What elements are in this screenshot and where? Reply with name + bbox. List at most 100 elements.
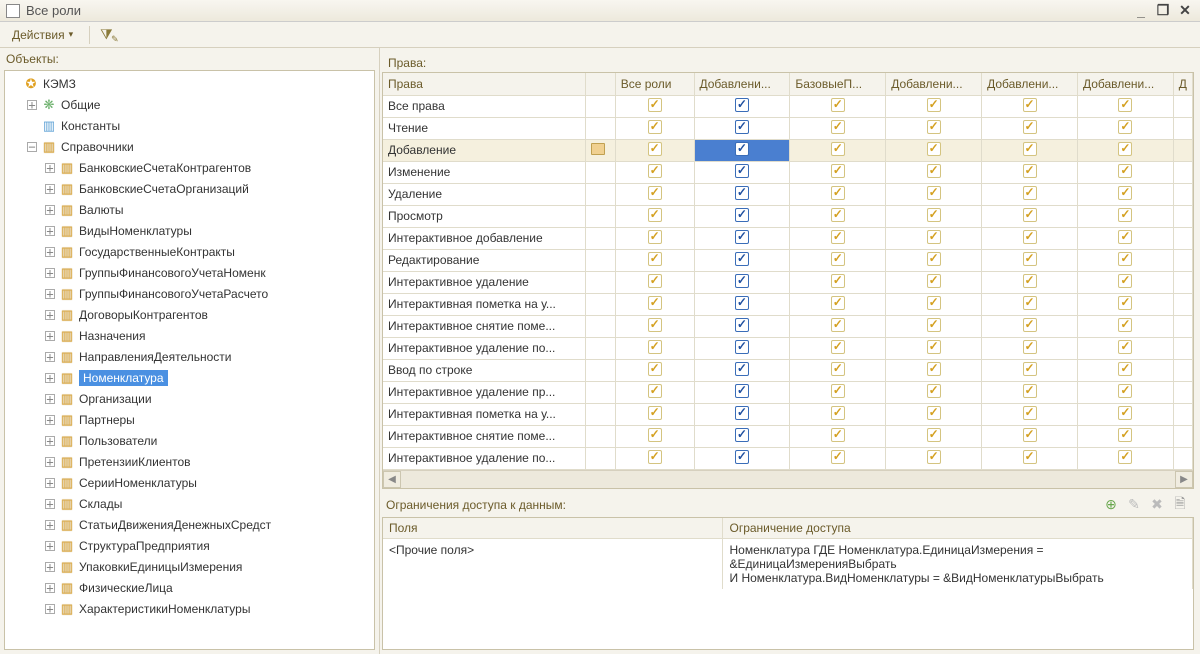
scroll-right-arrow[interactable]: ▶ (1175, 471, 1193, 488)
checkbox-icon[interactable] (831, 384, 845, 398)
rights-check-cell[interactable] (1077, 271, 1173, 293)
rights-check-cell[interactable] (982, 337, 1078, 359)
rights-row-label[interactable]: Редактирование (383, 249, 585, 271)
tree-toggle[interactable]: + (45, 352, 55, 362)
rights-col-header-5[interactable]: Добавлени... (886, 73, 982, 95)
tree-item-Организации[interactable]: +▥Организации (5, 388, 374, 409)
rights-check-cell[interactable] (615, 139, 694, 161)
rights-check-cell[interactable] (886, 403, 982, 425)
rights-check-cell[interactable] (886, 117, 982, 139)
actions-menu-button[interactable]: Действия (6, 26, 79, 44)
rights-check-cell[interactable] (886, 271, 982, 293)
checkbox-icon[interactable] (1118, 120, 1132, 134)
rights-check-cell[interactable] (982, 183, 1078, 205)
tree-item-Номенклатура[interactable]: +▥Номенклатура (5, 367, 374, 388)
rights-check-cell[interactable] (790, 293, 886, 315)
checkbox-icon[interactable] (648, 98, 662, 112)
rights-check-cell[interactable] (790, 227, 886, 249)
checkbox-icon[interactable] (1023, 296, 1037, 310)
checkbox-icon[interactable] (831, 252, 845, 266)
rights-row-label[interactable]: Интерактивное удаление по... (383, 337, 585, 359)
checkbox-icon[interactable] (648, 230, 662, 244)
checkbox-icon[interactable] (1023, 318, 1037, 332)
checkbox-icon[interactable] (1118, 230, 1132, 244)
rights-check-cell[interactable] (790, 95, 886, 117)
rights-check-cell[interactable] (886, 425, 982, 447)
checkbox-icon[interactable] (735, 318, 749, 332)
rights-check-cell[interactable] (1077, 183, 1173, 205)
checkbox-icon[interactable] (648, 384, 662, 398)
restore-button[interactable]: ❐ (1154, 3, 1172, 19)
checkbox-icon[interactable] (735, 98, 749, 112)
tree-toggle[interactable]: − (27, 142, 37, 152)
rights-check-cell[interactable] (615, 161, 694, 183)
checkbox-icon[interactable] (831, 98, 845, 112)
tree-toggle[interactable]: + (45, 499, 55, 509)
tree-toggle[interactable]: + (45, 394, 55, 404)
rights-check-cell[interactable] (886, 315, 982, 337)
rights-check-cell[interactable] (982, 293, 1078, 315)
tree-item-УпаковкиЕдиницыИзмерения[interactable]: +▥УпаковкиЕдиницыИзмерения (5, 556, 374, 577)
rights-check-cell[interactable] (790, 271, 886, 293)
rights-check-cell[interactable] (886, 293, 982, 315)
restriction-page-icon[interactable]: 🗎 (1170, 495, 1190, 515)
tree-toggle[interactable]: + (45, 163, 55, 173)
rights-check-cell[interactable] (694, 359, 790, 381)
tree-toggle[interactable]: + (45, 289, 55, 299)
checkbox-icon[interactable] (927, 274, 941, 288)
tree-item-Назначения[interactable]: +▥Назначения (5, 325, 374, 346)
rights-check-cell[interactable] (886, 161, 982, 183)
rights-col-header-1[interactable] (585, 73, 615, 95)
rights-check-cell[interactable] (790, 183, 886, 205)
rights-row-label[interactable]: Интерактивное удаление по... (383, 447, 585, 469)
checkbox-icon[interactable] (927, 406, 941, 420)
rights-check-cell[interactable] (1077, 95, 1173, 117)
rights-row-label[interactable]: Интерактивное добавление (383, 227, 585, 249)
checkbox-icon[interactable] (648, 120, 662, 134)
checkbox-icon[interactable] (1023, 406, 1037, 420)
minimize-button[interactable]: _ (1132, 3, 1150, 19)
delete-restriction-icon[interactable]: ✖ (1147, 495, 1167, 515)
rights-row-label[interactable]: Интерактивное снятие поме... (383, 315, 585, 337)
rights-check-cell[interactable] (886, 249, 982, 271)
rights-check-cell[interactable] (1077, 249, 1173, 271)
checkbox-icon[interactable] (1118, 362, 1132, 376)
checkbox-icon[interactable] (1118, 296, 1132, 310)
rights-check-cell[interactable] (886, 359, 982, 381)
rights-col-header-2[interactable]: Все роли (615, 73, 694, 95)
rights-check-cell[interactable] (982, 403, 1078, 425)
checkbox-icon[interactable] (927, 186, 941, 200)
rights-col-header-3[interactable]: Добавлени... (694, 73, 790, 95)
tree-toggle[interactable]: + (45, 457, 55, 467)
checkbox-icon[interactable] (927, 384, 941, 398)
tree-toggle[interactable]: + (45, 415, 55, 425)
checkbox-icon[interactable] (1118, 340, 1132, 354)
rights-row[interactable]: Просмотр (383, 205, 1193, 227)
rights-check-cell[interactable] (982, 315, 1078, 337)
tree-toggle[interactable]: + (45, 226, 55, 236)
rights-row-label[interactable]: Интерактивная пометка на у... (383, 293, 585, 315)
rights-check-cell[interactable] (694, 95, 790, 117)
rights-check-cell[interactable] (790, 381, 886, 403)
filter-icon[interactable]: ⧩ (100, 26, 113, 43)
rights-row[interactable]: Интерактивное удаление пр... (383, 381, 1193, 403)
checkbox-icon[interactable] (831, 296, 845, 310)
checkbox-icon[interactable] (927, 450, 941, 464)
checkbox-icon[interactable] (831, 406, 845, 420)
checkbox-icon[interactable] (648, 142, 662, 156)
rights-check-cell[interactable] (694, 271, 790, 293)
tree-toggle[interactable]: + (45, 268, 55, 278)
rights-row[interactable]: Интерактивная пометка на у... (383, 403, 1193, 425)
tree-toggle[interactable]: + (45, 373, 55, 383)
rights-row-label[interactable]: Интерактивное удаление (383, 271, 585, 293)
rights-check-cell[interactable] (694, 315, 790, 337)
tree-item-СтруктураПредприятия[interactable]: +▥СтруктураПредприятия (5, 535, 374, 556)
rights-col-header-4[interactable]: БазовыеП... (790, 73, 886, 95)
checkbox-icon[interactable] (1118, 164, 1132, 178)
checkbox-icon[interactable] (1023, 252, 1037, 266)
checkbox-icon[interactable] (1023, 428, 1037, 442)
checkbox-icon[interactable] (831, 318, 845, 332)
tree-toggle[interactable]: + (45, 562, 55, 572)
rights-row[interactable]: Интерактивное снятие поме... (383, 425, 1193, 447)
checkbox-icon[interactable] (735, 120, 749, 134)
